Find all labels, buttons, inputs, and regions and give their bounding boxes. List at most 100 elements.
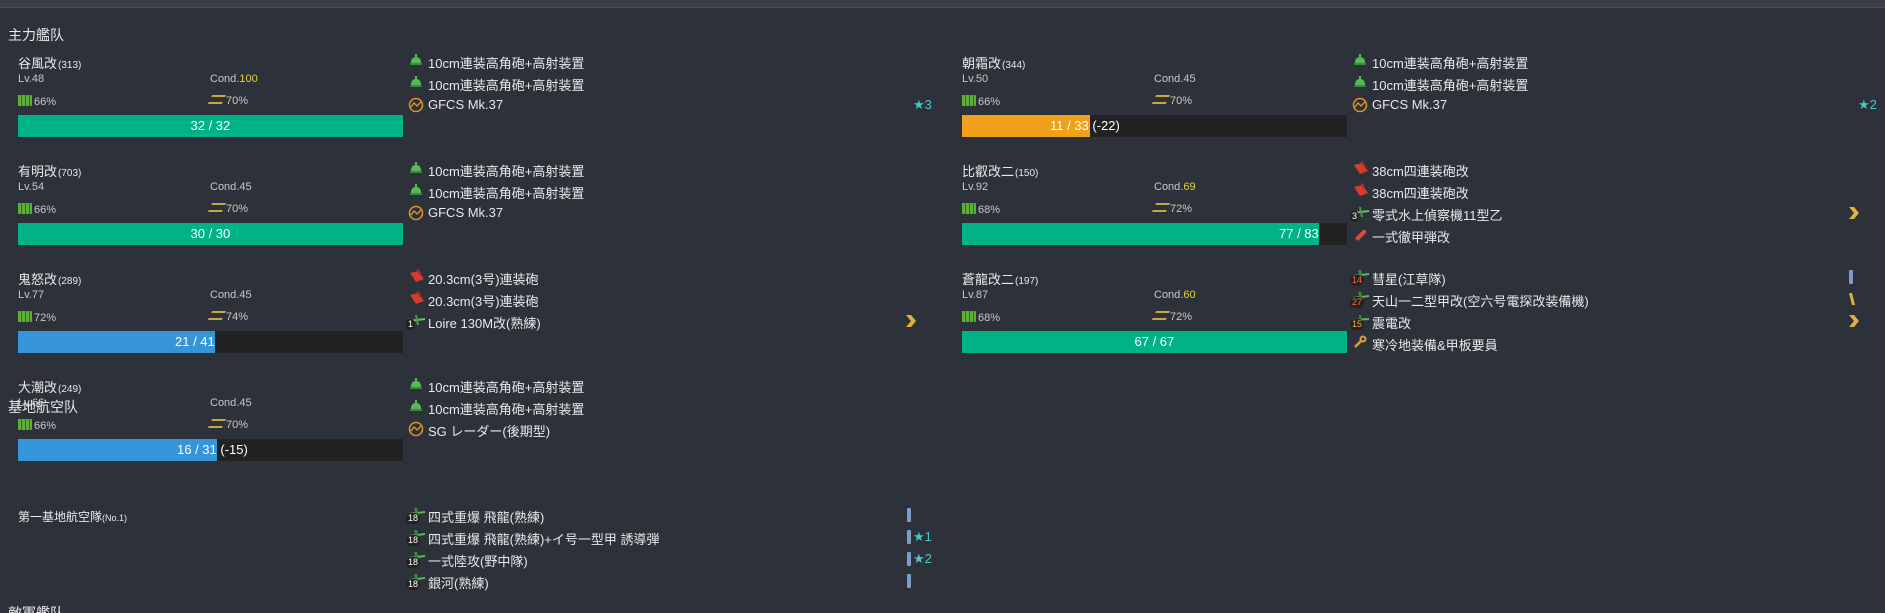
equip-slot[interactable]: 14 彗星(江草隊): [1350, 268, 1872, 287]
ammo-icon: [1151, 203, 1171, 212]
radar-icon: [408, 97, 426, 113]
ammo-icon: [1151, 311, 1171, 320]
equip-slot[interactable]: GFCS Mk.37: [408, 204, 928, 222]
ship-card[interactable]: 大潮改(249) Lv.66 Cond.45 66% 70% 16 / 31 (…: [8, 377, 403, 472]
equip-name: 一式徹甲弾改: [1372, 230, 1451, 245]
ship-ammo: 70%: [207, 419, 248, 431]
ship-card[interactable]: 鬼怒改(289) Lv.77 Cond.45 72% 74% 21 / 41: [8, 269, 403, 364]
lbas-equip-slot[interactable]: 18 銀河(熟練): [406, 572, 928, 591]
ship-ammo: 72%: [1151, 203, 1192, 215]
equip-name: SG レーダー(後期型): [428, 424, 551, 439]
shell-icon: [1352, 227, 1370, 243]
ship-card[interactable]: 朝霜改(344) Lv.50 Cond.45 66% 70% 11 / 33 (…: [952, 53, 1347, 148]
equip-slot[interactable]: 10cm連装高角砲+高射装置: [408, 398, 928, 417]
hp-bar: 16 / 31 (-15): [18, 439, 403, 461]
hp-bar-fill: [962, 223, 1319, 245]
proficiency-chevron-icon: [1848, 206, 1860, 220]
green-gun-icon: [1352, 53, 1370, 69]
radar-icon: [1352, 97, 1370, 113]
equip-slot[interactable]: 10cm連装高角砲+高射装置: [408, 52, 928, 71]
equip-slot[interactable]: 27 天山一二型甲改(空六号電探改装備機): [1350, 290, 1872, 309]
lbas-equip-slot[interactable]: 18 四式重爆 飛龍(熟練)+イ号一型甲 誘導弾 ★1: [406, 528, 932, 547]
equip-name: 10cm連装高角砲+高射装置: [1372, 56, 1529, 71]
slot-count: 18: [406, 535, 421, 546]
ship-card[interactable]: 谷風改(313) Lv.48 Cond.100 66% 70% 32 / 32: [8, 53, 403, 148]
equip-slot[interactable]: 10cm連装高角砲+高射装置: [408, 376, 928, 395]
equip-name: 10cm連装高角砲+高射装置: [428, 402, 585, 417]
slot-count: 15: [1350, 319, 1365, 330]
equip-slot[interactable]: GFCS Mk.37 ★3: [408, 96, 932, 114]
ship-card[interactable]: 有明改(703) Lv.54 Cond.45 66% 70% 30 / 30: [8, 161, 403, 256]
ammo-icon: [207, 203, 227, 212]
red-gun-icon: [408, 268, 426, 285]
equip-slot[interactable]: 1 Loire 130M改(熟練): [406, 312, 928, 331]
red-gun-icon: [1352, 182, 1370, 199]
equip-name: 寒冷地装備&甲板要員: [1372, 338, 1498, 353]
improvement-star: ★1: [913, 529, 932, 544]
green-gun-icon: [408, 53, 426, 69]
equip-slot[interactable]: 10cm連装高角砲+高射装置: [408, 74, 928, 93]
slot-count: 14: [1350, 275, 1365, 286]
equip-slot[interactable]: 10cm連装高角砲+高射装置: [1352, 74, 1872, 93]
equip-slot[interactable]: SG レーダー(後期型): [408, 420, 928, 439]
equip-name: 10cm連装高角砲+高射装置: [428, 164, 585, 179]
enemy-fleet-title: 敵軍艦队: [8, 605, 64, 613]
hp-text: 16 / 31 (-15): [177, 442, 248, 457]
equip-name: 10cm連装高角砲+高射装置: [428, 380, 585, 395]
hp-text: 67 / 67: [1134, 334, 1175, 349]
equip-name: 10cm連装高角砲+高射装置: [428, 186, 585, 201]
equip-slot[interactable]: 20.3cm(3号)連装砲: [408, 268, 928, 287]
equip-slot[interactable]: 3 零式水上偵察機11型乙: [1350, 204, 1872, 223]
ammo-icon: [207, 419, 227, 428]
equip-name: GFCS Mk.37: [428, 205, 504, 220]
ship-condition: Cond.69: [1154, 181, 1196, 193]
equip-slot[interactable]: 10cm連装高角砲+高射装置: [408, 160, 928, 179]
ship-level: Lv.87: [962, 289, 989, 301]
ammo-icon: [207, 311, 227, 320]
ship-condition: Cond.60: [1154, 289, 1196, 301]
equip-name: 20.3cm(3号)連装砲: [428, 294, 539, 309]
green-gun-icon: [408, 399, 426, 415]
ship-fuel: 66%: [18, 95, 56, 108]
ship-fuel: 68%: [962, 203, 1000, 216]
lbas-equip-slot[interactable]: 18 一式陸攻(野中隊) ★2: [406, 550, 932, 569]
ship-id: (150): [1015, 168, 1039, 179]
equip-name: 彗星(江草隊): [1372, 272, 1446, 287]
improvement-star: ★2: [1858, 97, 1877, 112]
ship-fuel: 66%: [18, 419, 56, 432]
equip-name: 20.3cm(3号)連装砲: [428, 272, 539, 287]
hp-bar: 11 / 33 (-22): [962, 115, 1347, 137]
proficiency-bar-icon: [1848, 270, 1860, 284]
equip-slot[interactable]: 10cm連装高角砲+高射装置: [1352, 52, 1872, 71]
hp-bar: 77 / 83: [962, 223, 1347, 245]
ship-level: Lv.48: [18, 73, 45, 85]
hp-bar: 21 / 41: [18, 331, 403, 353]
ship-card[interactable]: 比叡改二(150) Lv.92 Cond.69 68% 72% 77 / 83: [952, 161, 1347, 256]
slot-count: 18: [406, 557, 421, 568]
ship-card[interactable]: 蒼龍改二(197) Lv.87 Cond.60 68% 72% 67 / 67: [952, 269, 1347, 364]
ship-id: (313): [58, 60, 82, 71]
equip-slot[interactable]: 寒冷地装備&甲板要員: [1352, 334, 1872, 353]
equip-slot[interactable]: 38cm四連装砲改: [1352, 182, 1872, 201]
equip-slot[interactable]: 10cm連装高角砲+高射装置: [408, 182, 928, 201]
fuel-icon: [962, 203, 976, 214]
equip-slot[interactable]: 一式徹甲弾改: [1352, 226, 1872, 245]
lbas-squadron-name[interactable]: 第一基地航空隊(No.1): [18, 508, 127, 525]
ship-ammo: 70%: [207, 203, 248, 215]
ship-level: Lv.92: [962, 181, 989, 193]
proficiency-chevron-icon: [1848, 314, 1860, 328]
radar-icon: [408, 421, 426, 437]
red-gun-icon: [1352, 160, 1370, 177]
slot-count: 3: [1350, 211, 1360, 222]
ship-name: 蒼龍改二(197): [962, 272, 1039, 287]
green-gun-icon: [408, 161, 426, 177]
equip-slot[interactable]: 20.3cm(3号)連装砲: [408, 290, 928, 309]
ship-level: Lv.77: [18, 289, 45, 301]
ship-fuel: 68%: [962, 311, 1000, 324]
equip-slot[interactable]: GFCS Mk.37 ★2: [1352, 96, 1877, 114]
equip-slot[interactable]: 15 震電改: [1350, 312, 1872, 331]
ship-level: Lv.66: [18, 397, 45, 409]
lbas-equip-slot[interactable]: 18 四式重爆 飛龍(熟練): [406, 506, 928, 525]
equip-slot[interactable]: 38cm四連装砲改: [1352, 160, 1872, 179]
proficiency-bar-icon: [906, 574, 918, 588]
